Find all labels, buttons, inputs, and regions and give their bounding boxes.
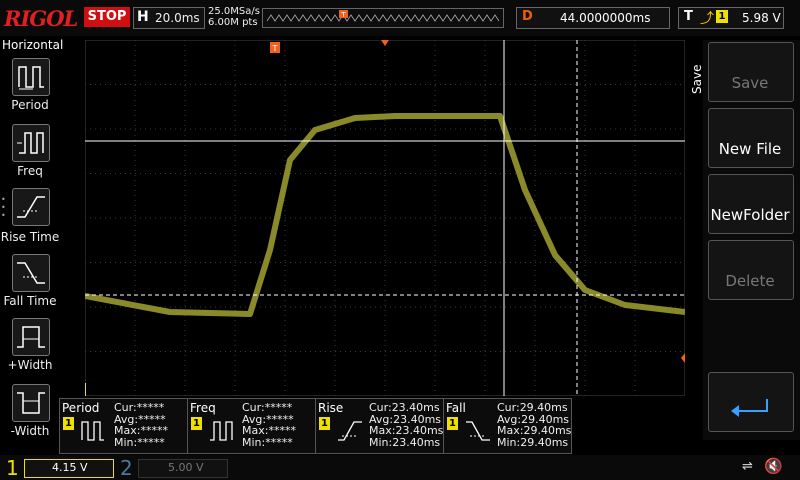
measurement-freq-channel: 1 xyxy=(191,417,202,430)
measurement-rise-stats: Cur:23.40ms Avg:23.40ms Max:23.40ms Min:… xyxy=(369,402,443,448)
period-min: Min:***** xyxy=(114,435,165,449)
left-menu-title: Horizontal xyxy=(2,38,64,52)
measurement-freq-name: Freq xyxy=(190,401,216,415)
positive-width-icon xyxy=(17,326,45,348)
delete-label: Delete xyxy=(725,272,775,290)
trigger-label: T xyxy=(684,9,693,24)
trigger-marker-top-letter: T xyxy=(272,44,278,53)
trigger-level: 5.98 V xyxy=(742,11,781,25)
sample-rate: 25.0MSa/s xyxy=(208,6,260,17)
measurement-period-name: Period xyxy=(62,401,100,415)
right-menu-title: Save xyxy=(690,64,704,94)
negative-width-label: -Width xyxy=(10,424,50,438)
fall-time-button[interactable] xyxy=(12,254,50,292)
menu-page-dots: • • • xyxy=(1,195,6,220)
acquisition-info: 25.0MSa/s 6.00M pts xyxy=(208,6,260,28)
freq-max: Max:***** xyxy=(242,424,296,437)
return-arrow-icon xyxy=(731,399,768,417)
freq-cur: Cur:***** xyxy=(242,401,293,414)
freq-icon xyxy=(17,132,44,154)
measurement-fall-stats: Cur:29.40ms Avg:29.40ms Max:29.40ms Min:… xyxy=(497,402,571,448)
rise-cur: Cur:23.40ms xyxy=(369,401,440,414)
measurement-rise-name: Rise xyxy=(318,401,344,415)
delay-label: D xyxy=(522,9,533,24)
waveform-position-bar[interactable]: T xyxy=(262,8,504,28)
channel1-scale: 4.15 V xyxy=(52,461,88,474)
measurement-rise-channel: 1 xyxy=(319,417,330,430)
new-folder-label: NewFolder xyxy=(710,206,790,224)
save-label: Save xyxy=(731,74,769,92)
trigger-position-letter: T xyxy=(340,11,346,19)
fall-max: Max:29.40ms xyxy=(497,424,572,437)
timebase-label: H xyxy=(137,9,149,25)
positive-width-button[interactable] xyxy=(12,318,50,356)
rise-max: Max:23.40ms xyxy=(369,424,444,437)
memory-depth: 6.00M pts xyxy=(208,17,258,28)
new-folder-button[interactable] xyxy=(708,174,794,234)
measurement-freq-stats: Cur:***** Avg:***** Max:***** Min:***** xyxy=(242,402,296,448)
usb-icon: ⇌ xyxy=(742,459,753,474)
return-button[interactable] xyxy=(708,372,794,432)
channel1-ground-marker[interactable] xyxy=(85,383,86,396)
delete-button[interactable] xyxy=(708,240,794,300)
speaker-muted-icon[interactable]: 🔇 xyxy=(764,457,783,475)
waveform-display[interactable]: T xyxy=(85,40,685,396)
fall-time-icon xyxy=(466,421,490,441)
period-label: Period xyxy=(11,98,49,112)
period-max: Max:***** xyxy=(114,424,168,437)
measurement-fall-name: Fall xyxy=(446,401,466,415)
timebase-value: 20.0ms xyxy=(155,11,200,25)
trigger-channel: 1 xyxy=(716,10,728,23)
period-icon xyxy=(18,66,44,90)
save-button[interactable] xyxy=(708,42,794,102)
freq-label: Freq xyxy=(17,164,43,178)
fall-time-label: Fall Time xyxy=(3,294,57,308)
period-cur: Cur:***** xyxy=(114,401,165,414)
delay-value: 44.0000000ms xyxy=(560,11,651,25)
rise-time-label: Rise Time xyxy=(0,230,60,244)
new-file-button[interactable] xyxy=(708,108,794,168)
negative-width-button[interactable] xyxy=(12,384,50,422)
new-file-label: New File xyxy=(718,140,782,158)
period-icon xyxy=(81,421,104,441)
period-button[interactable] xyxy=(12,58,50,96)
positive-width-label: +Width xyxy=(7,358,53,372)
run-stop-status[interactable]: STOP xyxy=(84,7,130,27)
measurement-period-stats: Cur:***** Avg:***** Max:***** Min:***** xyxy=(114,402,168,448)
fall-cur: Cur:29.40ms xyxy=(497,401,568,414)
freq-min: Min:***** xyxy=(242,435,293,449)
rise-time-button[interactable] xyxy=(12,188,50,226)
channel2-scale: 5.00 V xyxy=(168,461,204,474)
negative-width-icon xyxy=(17,392,45,414)
channel2-number[interactable]: 2 xyxy=(120,456,133,480)
rise-min: Min:23.40ms xyxy=(369,435,441,449)
position-bar-graphic: T xyxy=(266,10,500,22)
measurement-fall-channel: 1 xyxy=(447,417,458,430)
fall-min: Min:29.40ms xyxy=(497,435,569,449)
freq-button[interactable] xyxy=(12,124,50,162)
rising-edge-icon: ⤴ xyxy=(700,11,714,27)
measurement-period-channel: 1 xyxy=(63,417,74,430)
freq-icon xyxy=(210,421,233,441)
channel1-number[interactable]: 1 xyxy=(6,456,19,480)
rigol-logo: RIGOL xyxy=(4,6,78,31)
rise-time-icon xyxy=(338,421,362,441)
rise-time-icon xyxy=(17,196,45,218)
fall-time-icon xyxy=(17,262,45,284)
